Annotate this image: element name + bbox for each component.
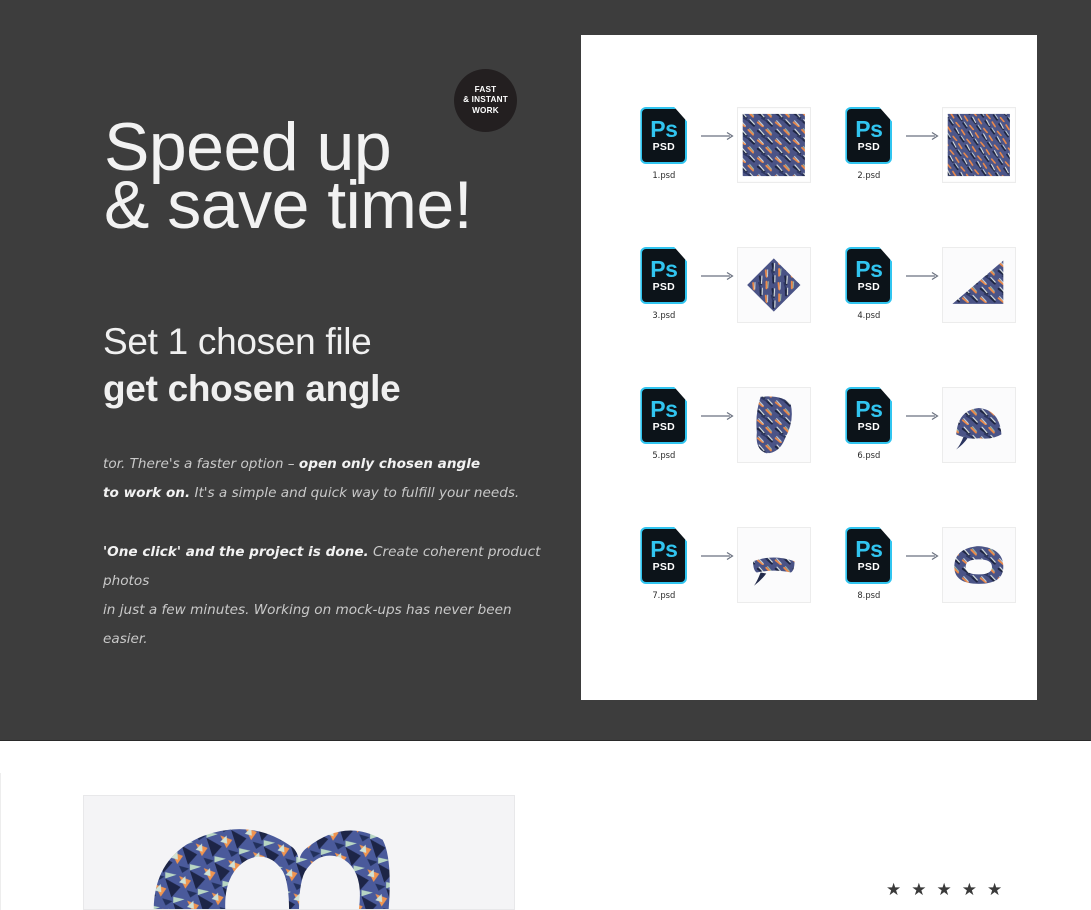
arrow-right-icon: [699, 387, 738, 444]
ps-glyph: Ps: [855, 256, 883, 282]
arrow-right-icon: [699, 107, 738, 164]
psd-file-block[interactable]: Ps PSD 8.psd: [834, 527, 904, 600]
preview-panel: Ps PSD 1.psd Ps PSD 2.psd Ps PSD 3.psd P…: [581, 35, 1037, 700]
psd-file-block[interactable]: Ps PSD 3.psd: [629, 247, 699, 320]
psd-file-label: 5.psd: [652, 450, 676, 460]
scarf-headwrap-thumb[interactable]: [942, 387, 1016, 463]
psd-file-block[interactable]: Ps PSD 5.psd: [629, 387, 699, 460]
arrow-right-icon: [904, 107, 943, 164]
para1-text-2: It's a simple and quick way to fulfill y…: [190, 485, 520, 501]
ps-glyph: Ps: [855, 116, 883, 142]
ps-glyph: Ps: [650, 536, 678, 562]
psd-glyph: PSD: [652, 281, 676, 293]
page-title: Speed up & save time!: [104, 113, 574, 243]
section-divider: [0, 740, 1091, 741]
psd-file-label: 2.psd: [857, 170, 881, 180]
grid-row: Ps PSD 7.psd Ps PSD 8.psd: [606, 527, 1016, 667]
psd-file-label: 4.psd: [857, 310, 881, 320]
arrow-right-icon: [904, 387, 943, 444]
psd-file-icon[interactable]: Ps PSD: [845, 387, 893, 444]
psd-glyph: PSD: [857, 561, 881, 573]
para2-text-2: in just a few minutes. Working on mock-u…: [103, 602, 512, 647]
psd-file-icon[interactable]: Ps PSD: [640, 247, 688, 304]
scarf-diamond-fold-thumb[interactable]: [737, 247, 811, 323]
ps-glyph: Ps: [855, 396, 883, 422]
psd-item-6[interactable]: Ps PSD 6.psd: [811, 387, 1016, 527]
psd-glyph: PSD: [857, 281, 881, 293]
psd-preview-grid: Ps PSD 1.psd Ps PSD 2.psd Ps PSD 3.psd P…: [606, 107, 1016, 667]
scarf-flat-pattern-alt-thumb[interactable]: [942, 107, 1016, 183]
psd-file-label: 6.psd: [857, 450, 881, 460]
star-icon[interactable]: ★: [937, 881, 952, 898]
subheadline-line-1: Set 1 chosen file: [103, 321, 372, 362]
psd-item-3[interactable]: Ps PSD 3.psd: [606, 247, 811, 387]
psd-file-icon[interactable]: Ps PSD: [640, 527, 688, 584]
grid-row: Ps PSD 1.psd Ps PSD 2.psd: [606, 107, 1016, 247]
psd-file-block[interactable]: Ps PSD 4.psd: [834, 247, 904, 320]
psd-item-7[interactable]: Ps PSD 7.psd: [606, 527, 811, 667]
ps-glyph: Ps: [855, 536, 883, 562]
body-paragraph-2: 'One click' and the project is done. Cre…: [103, 538, 555, 654]
scarf-draped-thumb[interactable]: [737, 387, 811, 463]
psd-file-block[interactable]: Ps PSD 6.psd: [834, 387, 904, 460]
star-icon[interactable]: ★: [962, 881, 977, 898]
psd-file-icon[interactable]: Ps PSD: [845, 247, 893, 304]
ps-glyph: Ps: [650, 116, 678, 142]
scarf-headband-flat-thumb[interactable]: [737, 527, 811, 603]
para1-bold-2: to work on.: [103, 485, 191, 501]
psd-file-block[interactable]: Ps PSD 2.psd: [834, 107, 904, 180]
star-icon[interactable]: ★: [886, 881, 901, 898]
badge-line-1: FAST: [474, 84, 497, 94]
subheadline-line-2: get chosen angle: [103, 368, 401, 409]
psd-item-4[interactable]: Ps PSD 4.psd: [811, 247, 1016, 387]
psd-item-5[interactable]: Ps PSD 5.psd: [606, 387, 811, 527]
grid-row: Ps PSD 3.psd Ps PSD 4.psd: [606, 247, 1016, 387]
arrow-right-icon: [699, 247, 738, 304]
ps-glyph: Ps: [650, 396, 678, 422]
hero-section: FAST & INSTANT WORK Speed up & save time…: [0, 0, 1091, 740]
psd-glyph: PSD: [652, 561, 676, 573]
subheadline: Set 1 chosen file get chosen angle: [103, 318, 573, 412]
psd-item-1[interactable]: Ps PSD 1.psd: [606, 107, 811, 247]
para1-bold-1: open only chosen angle: [298, 456, 481, 472]
psd-glyph: PSD: [857, 421, 881, 433]
body-paragraph-1: tor. There's a faster option – open only…: [103, 450, 555, 508]
content-left-edge: [0, 773, 1, 910]
psd-file-label: 7.psd: [652, 590, 676, 600]
psd-file-icon[interactable]: Ps PSD: [640, 107, 688, 164]
ps-glyph: Ps: [650, 256, 678, 282]
rating-stars[interactable]: ★ ★ ★ ★ ★: [886, 881, 1002, 898]
psd-file-label: 8.psd: [857, 590, 881, 600]
psd-file-label: 1.psd: [652, 170, 676, 180]
psd-glyph: PSD: [652, 421, 676, 433]
headline-line-2: & save time!: [104, 167, 473, 243]
scarf-headband-ring-thumb[interactable]: [942, 527, 1016, 603]
psd-file-block[interactable]: Ps PSD 7.psd: [629, 527, 699, 600]
psd-item-8[interactable]: Ps PSD 8.psd: [811, 527, 1016, 667]
arrow-right-icon: [904, 247, 943, 304]
arrow-right-icon: [699, 527, 738, 584]
psd-file-icon[interactable]: Ps PSD: [845, 107, 893, 164]
para1-text-1: tor. There's a faster option –: [103, 456, 299, 472]
psd-file-icon[interactable]: Ps PSD: [640, 387, 688, 444]
psd-glyph: PSD: [652, 141, 676, 153]
arrow-right-icon: [904, 527, 943, 584]
scarf-headband-product-photo[interactable]: [83, 795, 515, 910]
scarf-triangle-fold-thumb[interactable]: [942, 247, 1016, 323]
badge-line-2: & INSTANT: [463, 95, 508, 105]
scarf-flat-pattern-thumb[interactable]: [737, 107, 811, 183]
psd-file-block[interactable]: Ps PSD 1.psd: [629, 107, 699, 180]
psd-file-icon[interactable]: Ps PSD: [845, 527, 893, 584]
psd-item-2[interactable]: Ps PSD 2.psd: [811, 107, 1016, 247]
psd-file-label: 3.psd: [652, 310, 676, 320]
star-icon[interactable]: ★: [911, 881, 926, 898]
landing-page: FAST & INSTANT WORK Speed up & save time…: [0, 0, 1091, 910]
psd-glyph: PSD: [857, 141, 881, 153]
para2-bold-1: 'One click' and the project is done.: [103, 544, 369, 560]
badge-line-3: WORK: [472, 105, 499, 115]
grid-row: Ps PSD 5.psd Ps PSD 6.psd: [606, 387, 1016, 527]
star-icon[interactable]: ★: [987, 881, 1002, 898]
